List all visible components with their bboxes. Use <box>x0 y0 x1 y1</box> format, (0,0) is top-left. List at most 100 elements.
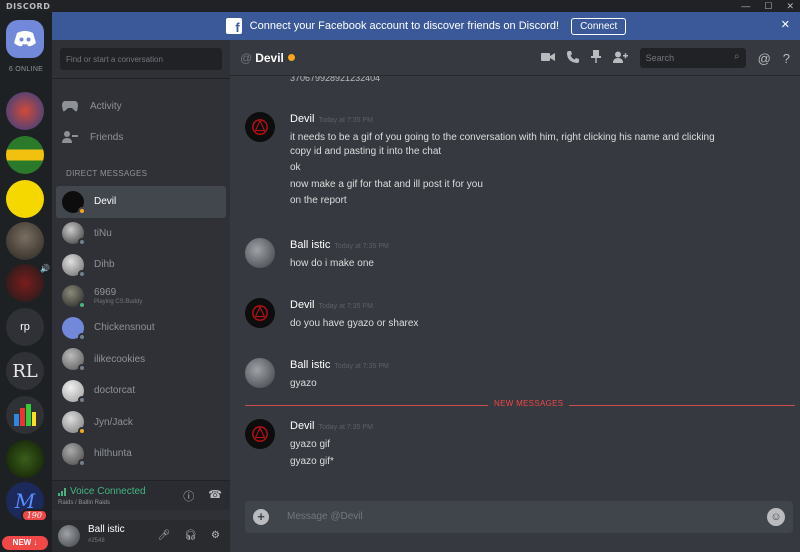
user-panel: Ball istic #2548 🎤︎ 🎧︎ ⚙ <box>52 520 230 552</box>
message-author[interactable]: Devil <box>290 420 314 432</box>
server-icon[interactable] <box>6 222 44 260</box>
server-icon[interactable] <box>6 396 44 434</box>
dm-item[interactable]: Dihb <box>56 249 226 281</box>
nav-activity[interactable]: Activity <box>62 94 122 118</box>
dm-item[interactable]: Chickensnout <box>56 312 226 344</box>
dm-item[interactable]: ilikecookies <box>56 344 226 376</box>
message-text: gyazo <box>290 378 317 389</box>
nav-friends[interactable]: Friends <box>62 125 123 149</box>
avatar[interactable] <box>58 525 80 547</box>
avatar[interactable] <box>245 298 275 328</box>
message-text: how do i make one <box>290 258 374 269</box>
dm-header: DIRECT MESSAGES <box>66 169 148 178</box>
server-icon[interactable] <box>6 440 44 478</box>
server-glyph: RL <box>12 360 38 382</box>
video-call-icon[interactable] <box>540 51 555 65</box>
dm-search-input[interactable]: Find or start a conversation <box>60 48 222 70</box>
app-logo: DISCORD <box>6 1 51 11</box>
message-author-row: Ball istic Today at 7:35 PM <box>290 359 389 371</box>
message-text: ok <box>290 162 301 173</box>
discord-logo-icon <box>14 31 36 47</box>
help-icon[interactable]: ? <box>783 51 790 66</box>
avatar[interactable] <box>245 238 275 268</box>
server-icon-rp[interactable]: rp <box>6 308 44 346</box>
avatar <box>62 253 86 278</box>
home-button[interactable] <box>6 20 44 58</box>
headphones-icon[interactable]: 🎧︎ <box>184 530 197 541</box>
dm-sidebar: Find or start a conversation Activity Fr… <box>52 40 230 552</box>
avatar <box>62 442 86 467</box>
message-author[interactable]: Ball istic <box>290 239 330 251</box>
window-controls: — ☐ ✕ <box>741 0 794 12</box>
emoji-icon[interactable]: ☺ <box>767 508 785 526</box>
dm-item[interactable]: tiNu <box>56 218 226 250</box>
message-author-row: Devil Today at 7:35 PM <box>290 420 373 432</box>
dm-name: 6969 <box>94 287 117 299</box>
online-count: 6 ONLINE <box>8 66 44 73</box>
divider <box>52 78 230 79</box>
status-dot <box>78 427 86 436</box>
chat-header: @ Devil Search ⌕ @ ? <box>230 40 800 76</box>
dm-item[interactable]: doctorcat <box>56 375 226 407</box>
server-icon[interactable]: M 190 <box>6 482 48 522</box>
message-text: gyazo gif <box>290 439 331 450</box>
status-dot <box>78 364 86 373</box>
server-icon[interactable]: 🔊 <box>6 264 50 302</box>
title-bar: DISCORD — ☐ ✕ <box>0 0 800 12</box>
message-author[interactable]: Ball istic <box>290 359 330 371</box>
minimize-button[interactable]: — <box>741 0 750 12</box>
gear-icon[interactable]: ⚙ <box>211 530 220 541</box>
voice-call-icon[interactable] <box>566 50 579 66</box>
message-timestamp: Today at 7:35 PM <box>318 117 373 124</box>
search-input[interactable]: Search ⌕ <box>639 48 746 68</box>
dm-item[interactable]: Devil <box>56 186 226 218</box>
banner-close-icon[interactable]: ✕ <box>781 18 790 31</box>
avatar <box>62 316 86 341</box>
message-author[interactable]: Devil <box>290 113 314 125</box>
avatar <box>62 348 86 373</box>
new-messages-label: NEW MESSAGES <box>488 399 570 408</box>
facebook-connect-banner: f Connect your Facebook account to disco… <box>52 12 800 40</box>
status-dot <box>78 332 86 341</box>
message-author[interactable]: Devil <box>290 299 314 311</box>
message-author-row: Ball istic Today at 7:35 PM <box>290 239 389 251</box>
microphone-icon[interactable]: 🎤︎ <box>158 530 171 541</box>
message-author-row: Devil Today at 7:35 PM <box>290 299 373 311</box>
server-icon[interactable] <box>6 136 44 174</box>
new-unreads-pill[interactable]: NEW ↓ <box>2 536 48 550</box>
dm-item[interactable]: Jyn/Jack <box>56 407 226 439</box>
voice-status[interactable]: Voice Connected <box>58 486 146 497</box>
server-icon[interactable] <box>6 92 44 130</box>
avatar[interactable] <box>245 112 275 142</box>
message-input[interactable]: + Message @Devil ☺ <box>245 501 793 533</box>
dm-item[interactable]: 6969 Playing CS:Buddy <box>56 281 226 313</box>
close-window-button[interactable]: ✕ <box>786 0 794 12</box>
status-dot <box>78 301 86 310</box>
maximize-button[interactable]: ☐ <box>764 0 772 12</box>
user-name: Ball istic <box>88 524 125 535</box>
speaker-icon: 🔊 <box>40 264 50 273</box>
info-icon[interactable]: ⓘ <box>183 488 194 504</box>
server-icon[interactable]: RL <box>6 352 44 390</box>
avatar[interactable] <box>245 419 275 449</box>
dm-name: doctorcat <box>94 385 136 397</box>
mentions-icon[interactable]: @ <box>758 51 771 66</box>
voice-channel[interactable]: Raids / Ballin Raids <box>58 500 110 506</box>
upload-plus-icon[interactable]: + <box>253 509 269 525</box>
server-icon[interactable] <box>6 180 44 218</box>
status-dot <box>78 238 86 247</box>
connect-button[interactable]: Connect <box>571 17 627 35</box>
search-icon: ⌕ <box>733 51 740 62</box>
avatar <box>62 190 86 215</box>
status-dot <box>78 458 86 467</box>
message-text: do you have gyazo or sharex <box>290 318 419 329</box>
pin-icon[interactable] <box>590 50 601 66</box>
discord-app: DISCORD — ☐ ✕ 6 ONLINE 🔊 rp RL M 190 NEW… <box>0 0 800 552</box>
message-text: on the report <box>290 195 347 206</box>
dm-item[interactable]: hilthunta <box>56 438 226 470</box>
add-friend-icon[interactable] <box>612 51 628 66</box>
message-author-row: Devil Today at 7:35 PM <box>290 113 373 125</box>
avatar[interactable] <box>245 358 275 388</box>
disconnect-icon[interactable]: ☎ <box>208 488 222 504</box>
server-abbrev: rp <box>20 321 30 333</box>
